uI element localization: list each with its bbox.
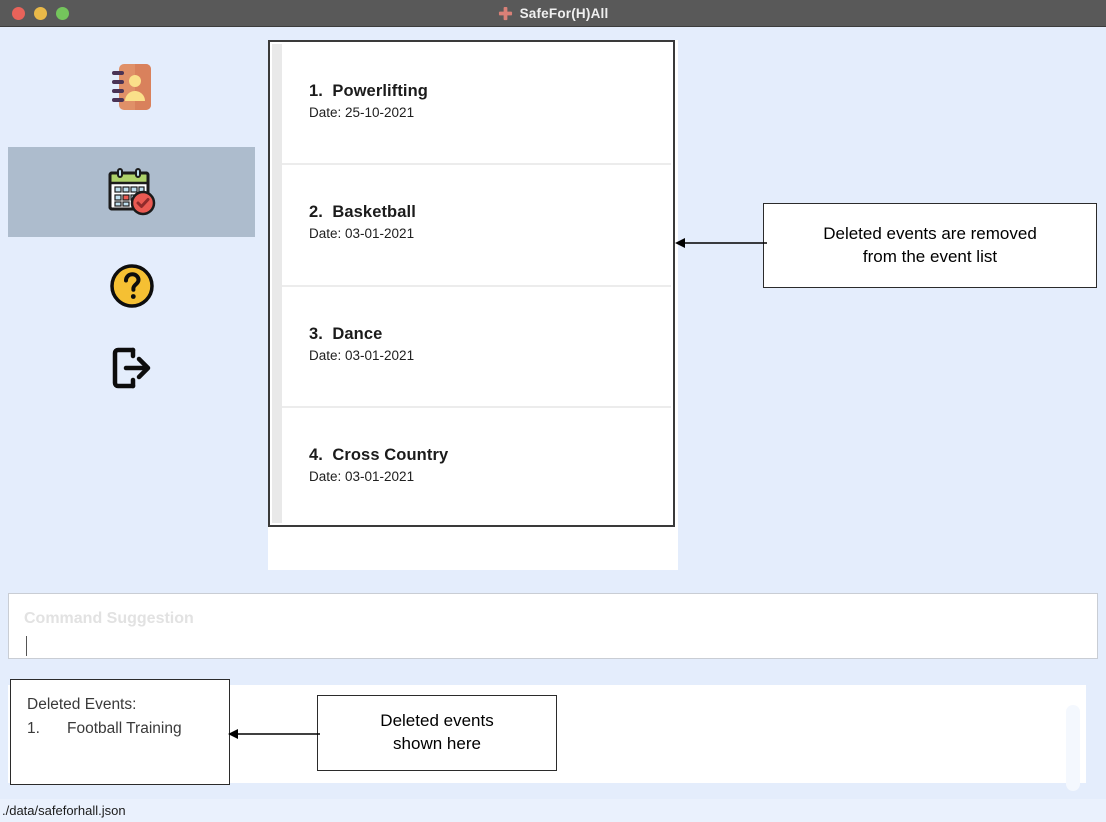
- list-item[interactable]: 1. Powerlifting Date: 25-10-2021: [282, 44, 671, 166]
- annotation-shown-line2: shown here: [393, 734, 481, 753]
- list-item[interactable]: 4. Cross Country Date: 03-01-2021: [282, 407, 671, 525]
- title-bar-center: SafeFor(H)All: [0, 6, 1106, 21]
- result-scrollbar[interactable]: [1066, 705, 1080, 791]
- window-title: SafeFor(H)All: [519, 5, 609, 21]
- annotation-removed-callout: Deleted events are removed from the even…: [763, 203, 1097, 288]
- question-circle-icon: [109, 264, 154, 308]
- sidebar-item-contacts[interactable]: [8, 42, 255, 132]
- text-caret: [26, 636, 27, 656]
- command-suggestion-label: Command Suggestion: [24, 610, 194, 627]
- event-list-items: 1. Powerlifting Date: 25-10-2021 2. Bask…: [282, 44, 671, 525]
- event-list-panel: 1. Powerlifting Date: 25-10-2021 2. Bask…: [268, 40, 678, 570]
- logout-icon: [112, 347, 150, 389]
- sidebar-item-events[interactable]: [8, 147, 255, 237]
- command-area: Command Suggestion: [0, 583, 1106, 669]
- deleted-event-row: 1. Football Training: [27, 720, 229, 738]
- application-window: SafeFor(H)All 1. Powerlifting Date: 25-1…: [0, 0, 1106, 822]
- sidebar: [0, 27, 262, 583]
- annotation-removed-line1: Deleted events are removed: [823, 223, 1037, 243]
- list-item[interactable]: 3. Dance Date: 03-01-2021: [282, 286, 671, 408]
- sidebar-item-help[interactable]: [8, 241, 255, 331]
- annotation-removed-line2: from the event list: [862, 246, 998, 266]
- status-bar: ./data/safeforhall.json: [0, 799, 1106, 822]
- list-item[interactable]: 2. Basketball Date: 03-01-2021: [282, 165, 671, 287]
- close-button[interactable]: [12, 6, 25, 20]
- event-date: Date: 25-10-2021: [309, 105, 415, 120]
- event-date: Date: 03-01-2021: [309, 226, 415, 242]
- event-date: Date: 03-01-2021: [309, 468, 415, 484]
- cross-icon: [498, 6, 512, 20]
- event-title: 4. Cross Country: [309, 445, 449, 464]
- address-book-icon: [111, 64, 151, 110]
- command-input-box[interactable]: Command Suggestion: [8, 593, 1098, 659]
- minimize-button[interactable]: [34, 6, 47, 20]
- save-location-path: ./data/safeforhall.json: [2, 803, 126, 818]
- annotation-shown-line1: Deleted events: [380, 711, 494, 731]
- event-title: 2. Basketball: [309, 203, 416, 222]
- annotation-removed-arrow: [675, 238, 767, 248]
- event-date: Date: 03-01-2021: [309, 347, 415, 363]
- deleted-event-name: Football Training: [67, 720, 182, 737]
- event-title: 1. Powerlifting: [309, 82, 428, 100]
- sidebar-item-exit[interactable]: [8, 323, 255, 413]
- deleted-events-output: Deleted Events: 1. Football Training: [10, 679, 230, 785]
- calendar-check-icon: [108, 168, 155, 216]
- deleted-event-index: 1.: [27, 720, 40, 737]
- deleted-events-heading: Deleted Events:: [27, 696, 137, 713]
- event-title: 3. Dance: [309, 324, 383, 343]
- window-controls: [12, 6, 69, 20]
- title-bar: SafeFor(H)All: [0, 0, 1106, 27]
- event-list-box: 1. Powerlifting Date: 25-10-2021 2. Bask…: [268, 40, 675, 527]
- maximize-button[interactable]: [56, 6, 69, 20]
- annotation-shown-callout: Deleted events shown here: [317, 695, 557, 771]
- event-list-scrollbar[interactable]: [272, 44, 282, 523]
